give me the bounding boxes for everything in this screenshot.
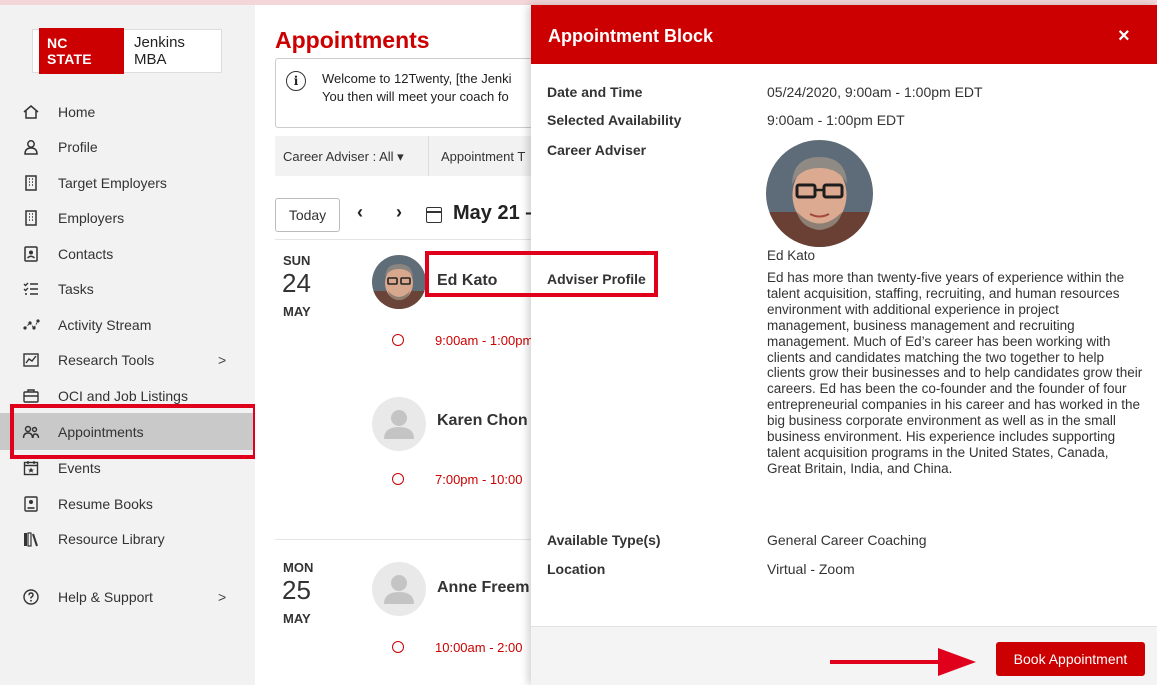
prev-week-button[interactable]: ‹ [357,202,363,223]
filter-divider [428,136,429,176]
slot-time[interactable]: 7:00pm - 10:00 [435,472,522,487]
sidebar-item-label: Profile [58,139,98,155]
activity-icon [22,316,40,334]
briefcase-icon [22,387,40,405]
sidebar-item-label: Home [58,104,96,120]
appointment-block-panel: Appointment Block × Date and Time 05/24/… [531,5,1157,685]
sidebar-item-label: Events [58,460,101,476]
day-number: 24 [282,268,311,298]
sidebar-item-label: Tasks [58,281,94,297]
slot-status-icon [392,641,404,653]
sidebar-item-activity-stream[interactable]: Activity Stream [0,307,255,343]
coach-avatar-anne-freem[interactable] [372,562,426,616]
sidebar-item-research-tools[interactable]: Research Tools > [0,342,255,378]
annotation-highlight-adviser-profile [425,251,658,297]
logo-badge: NC STATE [39,28,125,74]
day-month: MAY [283,611,311,626]
sidebar-item-label: Resource Library [58,531,165,547]
date-range-label: May 21 – [453,202,537,224]
annotation-arrow-icon [830,648,976,676]
building-icon [22,209,40,227]
welcome-text-line1: Welcome to 12Twenty, [the Jenki [322,71,512,86]
library-icon [22,530,40,548]
contact-card-icon [22,245,40,263]
divider [275,539,575,540]
panel-title: Appointment Block [548,26,713,46]
panel-header: Appointment Block × [531,5,1157,64]
appointment-type-filter[interactable]: Appointment T [441,149,525,164]
sidebar-item-target-employers[interactable]: Target Employers [0,165,255,201]
adviser-photo [766,140,873,247]
coach-name-karen-chon[interactable]: Karen Chon [437,412,528,430]
welcome-banner: i Welcome to 12Twenty, [the Jenki You th… [275,58,575,128]
sidebar-item-tasks[interactable]: Tasks [0,271,255,307]
book-appointment-button[interactable]: Book Appointment [996,642,1145,676]
sidebar-item-help-support[interactable]: Help & Support > [0,579,255,615]
career-adviser-label: Career Adviser [547,142,647,158]
date-time-value: 05/24/2020, 9:00am - 1:00pm EDT [767,84,983,100]
slot-time[interactable]: 9:00am - 1:00pm [435,333,533,348]
sidebar: NC STATE Jenkins MBA Home Profile Target… [0,5,255,685]
coach-avatar-karen-chon[interactable] [372,397,426,451]
today-button[interactable]: Today [275,198,340,232]
location-label: Location [547,561,606,577]
day-month: MAY [283,304,311,319]
checklist-icon [22,280,40,298]
sidebar-item-label: Research Tools [58,352,155,368]
page-title: Appointments [275,27,430,53]
selected-availability-label: Selected Availability [547,112,682,128]
info-icon: i [286,71,306,91]
building-icon [22,174,40,192]
next-week-button[interactable]: › [396,202,402,223]
chevron-right-icon: > [218,352,227,368]
annotation-highlight-appointments [10,404,257,459]
day-number: 25 [282,575,311,605]
filter-bar: Career Adviser : All ▾ Appointment T [275,136,575,176]
sidebar-item-contacts[interactable]: Contacts [0,236,255,272]
career-adviser-filter[interactable]: Career Adviser : All ▾ [283,149,404,165]
sidebar-item-profile[interactable]: Profile [0,129,255,165]
home-icon [22,103,40,121]
slot-status-icon [392,334,404,346]
close-icon[interactable]: × [1118,25,1130,48]
sidebar-item-label: Employers [58,210,125,226]
day-weekday: SUN [283,253,311,268]
sidebar-item-resource-library[interactable]: Resource Library [0,521,255,557]
available-types-value: General Career Coaching [767,532,927,548]
day-weekday: MON [283,560,314,575]
help-icon [22,588,40,606]
adviser-profile-text: Ed has more than twenty-five years of ex… [767,270,1143,476]
sidebar-item-label: Help & Support [58,589,153,605]
slot-status-icon [392,473,404,485]
chevron-right-icon: > [218,589,227,605]
available-types-label: Available Type(s) [547,532,661,548]
sidebar-item-employers[interactable]: Employers [0,200,255,236]
coach-avatar-ed-kato[interactable] [372,255,426,309]
location-value: Virtual - Zoom [767,561,855,577]
coach-name-anne-freem[interactable]: Anne Freem [437,579,529,597]
calendar-icon[interactable] [426,207,442,223]
logo-program: Jenkins MBA [134,34,185,68]
sidebar-item-home[interactable]: Home [0,94,255,130]
sidebar-item-label: Resume Books [58,496,153,512]
adviser-name: Ed Kato [767,248,816,263]
calendar-star-icon [22,459,40,477]
resume-icon [22,495,40,513]
user-icon [22,138,40,156]
sidebar-item-label: Contacts [58,246,114,262]
sidebar-item-label: OCI and Job Listings [58,388,188,404]
sidebar-item-label: Activity Stream [58,317,152,333]
sidebar-item-resume-books[interactable]: Resume Books [0,486,255,522]
divider [275,239,575,240]
welcome-text-line2: You then will meet your coach fo [322,89,509,104]
school-logo[interactable]: NC STATE Jenkins MBA [32,28,222,74]
slot-time[interactable]: 10:00am - 2:00 [435,640,522,655]
selected-availability-value: 9:00am - 1:00pm EDT [767,112,905,128]
sidebar-item-label: Target Employers [58,175,167,191]
chart-icon [22,351,40,369]
date-time-label: Date and Time [547,84,643,100]
